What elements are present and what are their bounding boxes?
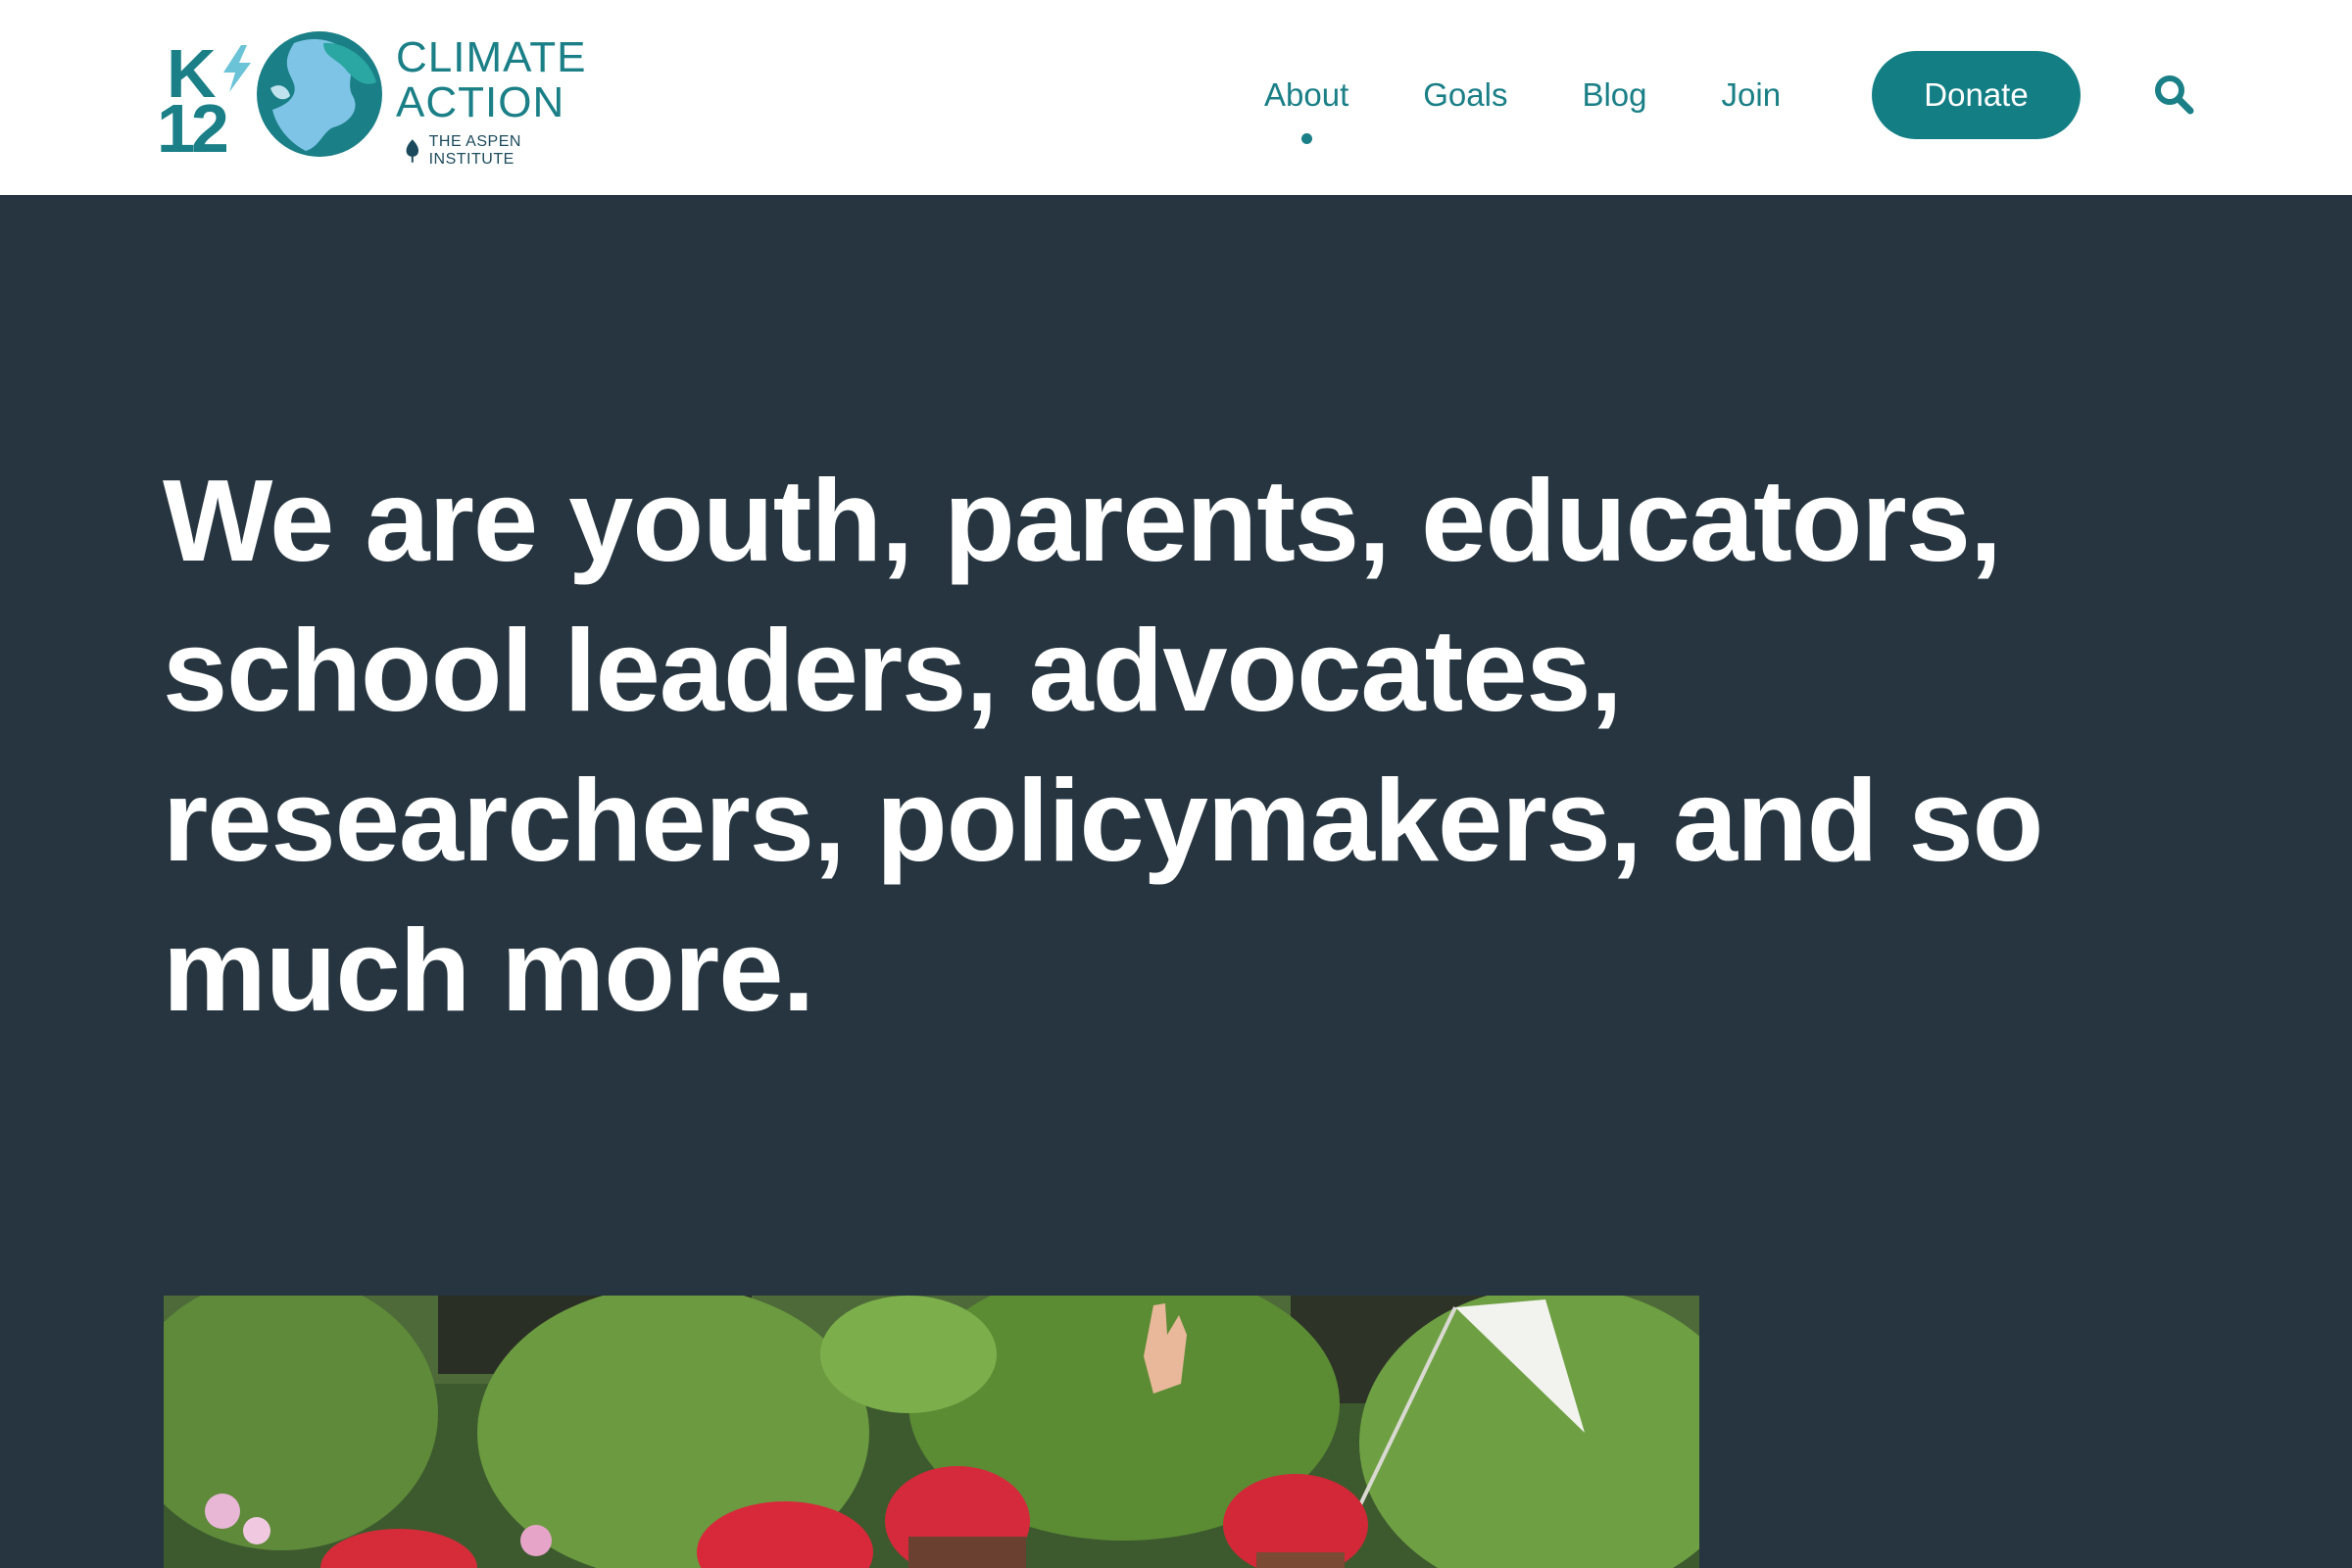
logo-k12-mark: K 12 [157,39,255,163]
main-nav: About Goals Blog Join [1264,51,1855,144]
nav-blog-label: Blog [1582,76,1647,113]
nav-about[interactable]: About [1264,76,1349,144]
logo-climate: CLIMATE [396,33,587,81]
nav-goals[interactable]: Goals [1423,76,1507,114]
site-header: K 12 CLIMATE ACTION THE ASPEN INSTITUTE [0,0,2352,195]
logo-action: ACTION [396,78,565,126]
globe-icon [257,31,382,157]
nav-goals-label: Goals [1423,76,1508,113]
nav-join-label: Join [1721,76,1782,113]
photo-illustration [164,1296,1699,1568]
search-icon[interactable] [2152,73,2195,116]
active-indicator-dot [1301,133,1313,144]
donate-button[interactable]: Donate [1872,51,2081,139]
nav-blog[interactable]: Blog [1582,76,1646,114]
nav-about-label: About [1264,76,1349,113]
logo-twelve: 12 [157,90,229,167]
hero-heading: We are youth, parents, educators, school… [163,456,2043,1036]
logo-subtitle: THE ASPEN INSTITUTE [404,133,608,169]
hero-photo-children-gardening [164,1296,1699,1568]
logo-wordmark: CLIMATE ACTION THE ASPEN INSTITUTE [396,35,608,169]
logo-aspen-text: THE ASPEN INSTITUTE [428,133,521,168]
aspen-leaf-icon [406,139,419,163]
nav-join[interactable]: Join [1722,76,1782,114]
lightning-bolt-icon [223,45,251,92]
site-logo[interactable]: K 12 CLIMATE ACTION THE ASPEN INSTITUTE [157,29,608,168]
